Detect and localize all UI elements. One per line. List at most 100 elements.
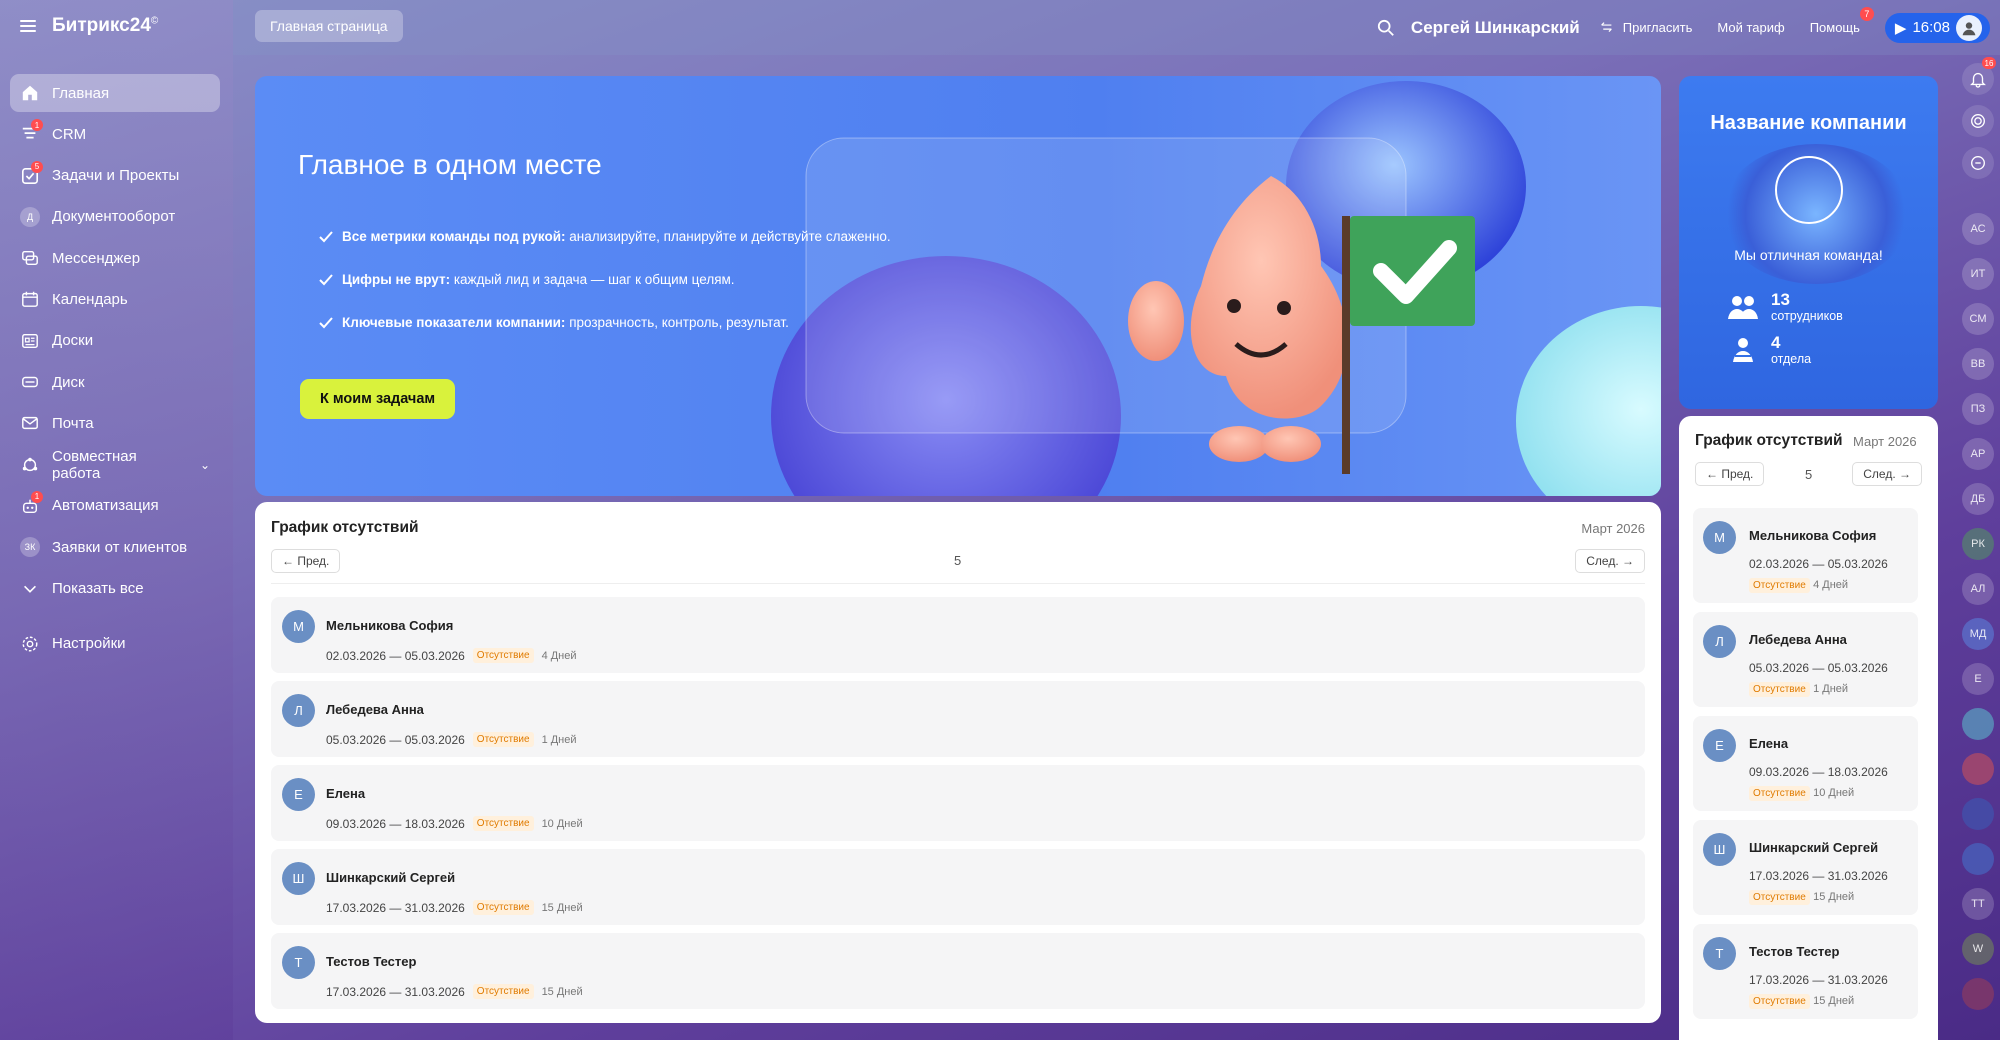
- sidebar-item-label: Совместная работа: [52, 447, 137, 482]
- avatar: Е: [282, 778, 315, 811]
- absence-row[interactable]: Л Лебедева Анна 05.03.2026 — 05.03.2026 О…: [271, 681, 1645, 757]
- calendar-icon: [20, 289, 40, 309]
- invite-button[interactable]: Пригласить: [1600, 20, 1693, 35]
- chat-avatar[interactable]: ДБ: [1962, 483, 1994, 515]
- gear-icon: [20, 634, 40, 654]
- logo-row: Битрикс24©: [20, 14, 158, 38]
- absence-title: График отсутствий: [271, 519, 419, 536]
- check-icon: [319, 230, 333, 242]
- tariff-button[interactable]: Мой тариф: [1717, 20, 1784, 35]
- chat-avatar[interactable]: АЛ: [1962, 573, 1994, 605]
- sidebar-item-requests[interactable]: ЗК Заявки от клиентов: [10, 528, 220, 566]
- sidebar-item-label: Календарь: [52, 290, 128, 308]
- chat-avatar[interactable]: МД: [1962, 618, 1994, 650]
- avatar: Е: [1703, 729, 1736, 762]
- status-badge: Отсутствие: [1749, 578, 1810, 593]
- next-button[interactable]: След. →: [1575, 549, 1645, 573]
- chat-avatar[interactable]: СМ: [1962, 303, 1994, 335]
- departments-stat[interactable]: 4 отдела: [1727, 334, 1811, 366]
- absence-title: График отсутствий: [1695, 432, 1843, 449]
- chat-avatar[interactable]: АС: [1962, 213, 1994, 245]
- sidebar-item-label: Заявки от клиентов: [52, 538, 188, 556]
- prev-button[interactable]: ← Пред.: [1695, 462, 1765, 486]
- chat-avatar[interactable]: ИТ: [1962, 258, 1994, 290]
- banner-illustration: [771, 81, 1661, 496]
- absence-row[interactable]: Л Лебедева Анна 05.03.2026 — 05.03.2026 О…: [1693, 612, 1918, 707]
- check-icon: [319, 273, 333, 285]
- chat-avatar[interactable]: АР: [1962, 438, 1994, 470]
- menu-icon[interactable]: [20, 20, 36, 32]
- user-avatar[interactable]: [1956, 14, 1982, 41]
- absence-row[interactable]: Т Тестов Тестер 17.03.2026 — 31.03.2026 О…: [271, 933, 1645, 1009]
- chevron-down-icon[interactable]: ⌄: [200, 458, 210, 472]
- days-count: 10 Дней: [541, 817, 583, 830]
- my-tasks-button[interactable]: К моим задачам: [300, 379, 456, 419]
- search-icon[interactable]: [1377, 19, 1395, 37]
- employees-stat[interactable]: 13 сотрудников: [1727, 291, 1843, 323]
- crm-icon: 1: [20, 119, 43, 144]
- sidebar-item-documents[interactable]: Д Документооборот: [10, 198, 220, 236]
- chat-avatar[interactable]: W: [1962, 933, 1994, 965]
- help-badge: 7: [1859, 7, 1874, 21]
- date-range: 02.03.2026 — 05.03.2026: [1749, 557, 1888, 571]
- sidebar: Битрикс24© Главная 1 CRM 5 Задачи и Прое…: [0, 0, 233, 1040]
- chat-avatar-image[interactable]: [1962, 708, 1994, 740]
- chat-avatar[interactable]: Е: [1962, 663, 1994, 695]
- sidebar-item-automation[interactable]: 1 Автоматизация: [10, 487, 220, 525]
- status-badge: Отсутствие: [472, 648, 534, 663]
- next-button[interactable]: След. →: [1852, 462, 1922, 486]
- chat-avatar[interactable]: ПЗ: [1962, 393, 1994, 425]
- sidebar-item-disk[interactable]: Диск: [10, 363, 220, 401]
- absence-dates: 05.03.2026 — 05.03.2026 Отсутствие 1 Дней: [326, 732, 577, 747]
- sidebar-item-settings[interactable]: Настройки: [10, 625, 220, 663]
- invite-label: Пригласить: [1622, 20, 1693, 35]
- date-range: 17.03.2026 — 31.03.2026: [326, 900, 465, 915]
- days-count: 15 Дней: [1813, 995, 1855, 1007]
- chat-avatar[interactable]: ВВ: [1962, 348, 1994, 380]
- sidebar-item-label: Главная: [52, 84, 110, 102]
- sidebar-item-boards[interactable]: Доски: [10, 322, 220, 360]
- breadcrumb[interactable]: Главная страница: [255, 10, 403, 42]
- chat-avatar[interactable]: РК: [1962, 528, 1994, 560]
- days-count: 15 Дней: [541, 985, 583, 998]
- days-count: 1 Дней: [1813, 683, 1849, 695]
- user-name[interactable]: Сергей Шинкарский: [1411, 18, 1580, 38]
- sidebar-item-collaboration[interactable]: Совместная работа ⌄: [10, 446, 220, 484]
- chat-avatar-image[interactable]: [1962, 843, 1994, 875]
- chat-avatar-image[interactable]: [1962, 978, 1994, 1010]
- absence-row[interactable]: Ш Шинкарский Сергей 17.03.2026 — 31.03.2…: [271, 849, 1645, 925]
- absence-row[interactable]: М Мельникова София 02.03.2026 — 05.03.20…: [271, 597, 1645, 673]
- automation-icon: 1: [20, 490, 43, 516]
- chat-search-icon[interactable]: [1962, 147, 1994, 179]
- sidebar-item-messenger[interactable]: Мессенджер: [10, 239, 220, 277]
- absence-row[interactable]: Ш Шинкарский Сергей 17.03.2026 — 31.03.2…: [1693, 820, 1918, 915]
- sidebar-item-home[interactable]: Главная: [10, 74, 220, 112]
- status-badge: Отсутствие: [1749, 994, 1810, 1009]
- chat-avatar-image[interactable]: [1962, 753, 1994, 785]
- absence-row[interactable]: Е Елена 09.03.2026 — 18.03.2026 Отсутстви…: [271, 765, 1645, 841]
- sidebar-item-crm[interactable]: 1 CRM: [10, 115, 220, 153]
- person-name: Мельникова София: [326, 618, 454, 633]
- bell-icon[interactable]: 16: [1962, 57, 1996, 95]
- worktime-button[interactable]: ▶ 16:08: [1884, 12, 1990, 43]
- absence-row[interactable]: Т Тестов Тестер 17.03.2026 — 31.03.2026 О…: [1693, 924, 1918, 1019]
- prev-button[interactable]: ← Пред.: [271, 549, 341, 573]
- sidebar-show-all[interactable]: Показать все: [10, 570, 220, 608]
- chat-avatar[interactable]: ТТ: [1962, 888, 1994, 920]
- banner-bullet: Все метрики команды под рукой: анализиру…: [318, 215, 891, 258]
- sidebar-item-label: Настройки: [52, 635, 126, 653]
- absence-row[interactable]: Е Елена 09.03.2026 — 18.03.2026 Отсутстви…: [1693, 716, 1918, 811]
- sidebar-item-calendar[interactable]: Календарь: [10, 280, 220, 318]
- banner-title: Главное в одном месте: [298, 149, 602, 180]
- logo[interactable]: Битрикс24©: [52, 15, 158, 37]
- help-button[interactable]: Помощь 7: [1810, 7, 1874, 35]
- tasks-icon: 5: [20, 160, 43, 186]
- company-logo-placeholder[interactable]: [1775, 156, 1843, 224]
- days-count: 1 Дней: [541, 733, 577, 746]
- absence-row[interactable]: М Мельникова София 02.03.2026 — 05.03.20…: [1693, 508, 1918, 603]
- bullet-text: каждый лид и задача — шаг к общим целям.: [450, 272, 735, 287]
- sidebar-item-mail[interactable]: Почта: [10, 404, 220, 442]
- pulse-icon[interactable]: [1962, 105, 1994, 137]
- sidebar-item-tasks[interactable]: 5 Задачи и Проекты: [10, 157, 220, 195]
- chat-avatar-image[interactable]: [1962, 798, 1994, 830]
